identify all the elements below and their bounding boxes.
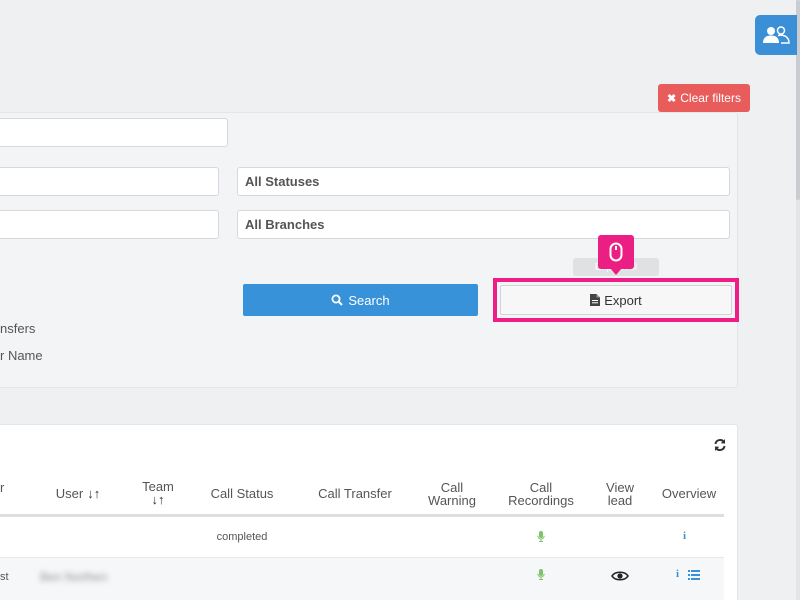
info-icon[interactable]: i [683, 530, 689, 542]
table-header-divider [0, 514, 724, 517]
column-header-team[interactable]: Team ↓↑ [132, 480, 184, 506]
column-header-user[interactable]: User ↓↑ [40, 487, 116, 500]
table-row-2-user: Ben Northen [40, 570, 108, 584]
refresh-icon[interactable] [713, 438, 727, 452]
filter-select-left-2[interactable] [0, 210, 219, 239]
column-header-call-warning: Call Warning [428, 480, 476, 508]
export-button[interactable]: Export [500, 285, 732, 315]
column-header-call-recordings: Call Recordings [508, 480, 574, 508]
microphone-icon[interactable] [537, 531, 545, 542]
users-panel-button[interactable] [755, 15, 797, 55]
close-icon: ✖ [667, 92, 677, 105]
microphone-icon[interactable] [537, 569, 545, 580]
file-icon [590, 294, 601, 306]
users-icon [763, 26, 790, 44]
filter-text-field[interactable] [0, 118, 228, 147]
click-indicator [598, 235, 634, 275]
search-icon [331, 294, 344, 306]
column-header-overview: Overview [661, 486, 717, 501]
info-icon[interactable]: i [676, 568, 682, 580]
search-button[interactable]: Search [243, 284, 478, 316]
table-row-2-fragment: st [0, 571, 9, 583]
user-name-option-label: r Name [0, 348, 43, 363]
branch-select[interactable]: All Branches [237, 210, 730, 239]
mouse-icon [609, 242, 623, 262]
list-icon[interactable] [688, 570, 700, 580]
sort-icon: ↓↑ [151, 492, 165, 507]
status-select[interactable]: All Statuses [237, 167, 730, 196]
column-header-call-status: Call Status [210, 486, 274, 501]
column-header-view-lead: View lead [606, 480, 634, 508]
transfers-option-label: nsfers [0, 321, 36, 336]
sort-icon: ↓↑ [87, 486, 101, 501]
clear-filters-button[interactable]: ✖ Clear filters [658, 84, 750, 112]
eye-icon[interactable] [611, 570, 629, 582]
filter-select-left-1[interactable] [0, 167, 219, 196]
column-header-partial: r [0, 480, 5, 495]
table-row-1-call-status: completed [216, 531, 268, 543]
column-header-call-transfer: Call Transfer [318, 486, 392, 501]
